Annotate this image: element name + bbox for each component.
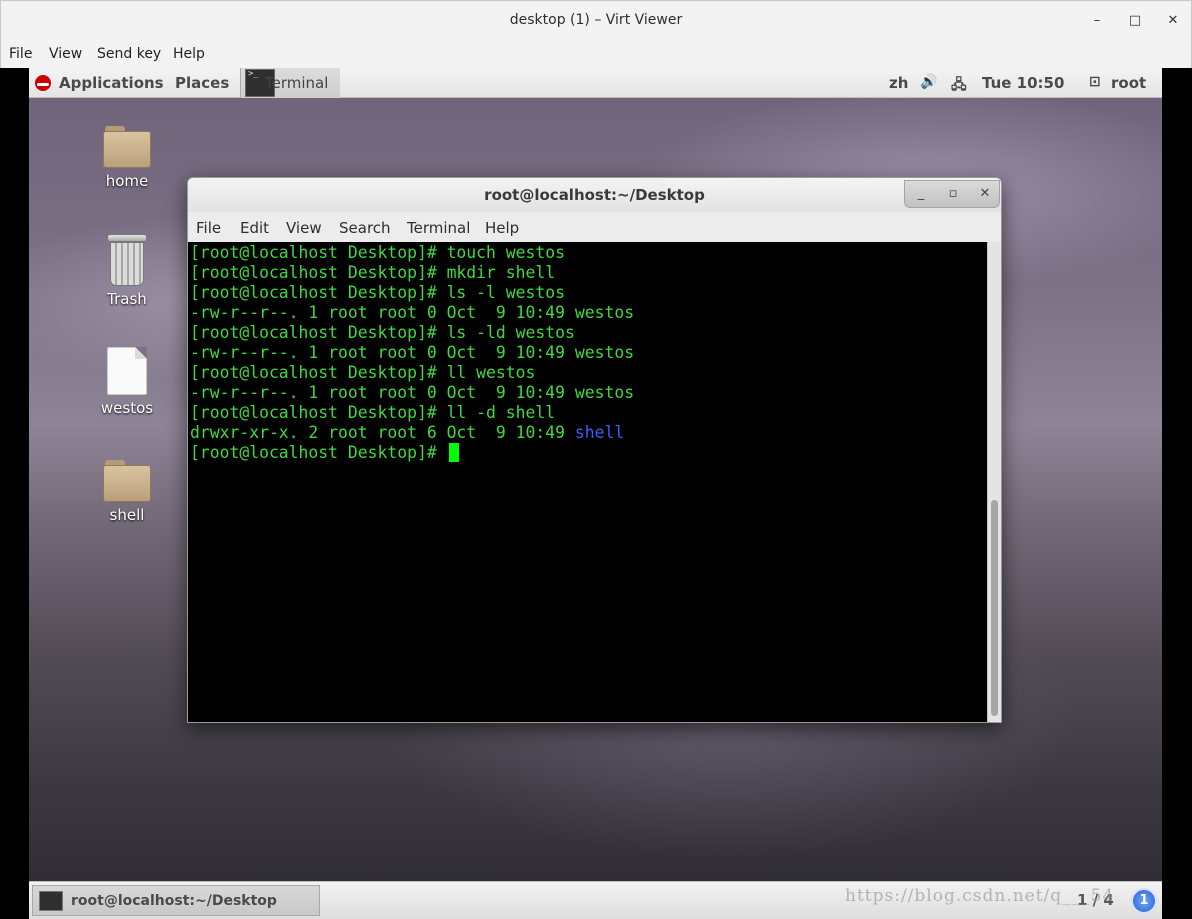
taskbar-terminal-label: root@localhost:~/Desktop <box>71 893 277 909</box>
input-language[interactable]: zh <box>889 74 908 92</box>
viewer-menubar: File View Send key Help <box>0 40 1192 68</box>
close-button[interactable]: ✕ <box>1161 9 1185 33</box>
terminal-scrollbar-thumb[interactable] <box>991 500 998 716</box>
dir-name-shell: shell <box>574 423 625 442</box>
terminal-maximize-button[interactable]: ▫ <box>939 184 967 204</box>
menu-view[interactable]: View <box>49 46 82 62</box>
user-icon: ⊡ <box>1089 74 1101 90</box>
terminal-line: -rw-r--r--. 1 root root 0 Oct 9 10:49 we… <box>190 303 635 322</box>
watermark-text: https://blog.csdn.net/q___54 <box>845 886 1115 906</box>
terminal-line: -rw-r--r--. 1 root root 0 Oct 9 10:49 we… <box>190 343 635 362</box>
terminal-line: [root@localhost Desktop]# mkdir shell <box>190 263 556 282</box>
terminal-scrollbar[interactable] <box>987 242 1001 722</box>
terminal-line: [root@localhost Desktop]# touch westos <box>190 243 565 262</box>
terminal-line: [root@localhost Desktop]# ll -d shell <box>190 403 556 422</box>
speaker-icon[interactable]: 🔊 <box>920 74 937 90</box>
dir-listing-text: drwxr-xr-x. 2 root root 6 Oct 9 10:49 <box>190 423 575 442</box>
terminal-close-button[interactable]: ✕ <box>971 184 999 204</box>
applications-menu[interactable]: Applications <box>59 74 164 92</box>
terminal-menu-search[interactable]: Search <box>339 219 391 237</box>
minimize-button[interactable]: – <box>1085 9 1109 33</box>
terminal-task-label: Terminal <box>265 74 329 92</box>
viewer-border-left <box>0 68 29 919</box>
notification-badge[interactable]: 1 <box>1131 888 1157 914</box>
redhat-logo-icon <box>35 75 51 91</box>
terminal-menu-terminal[interactable]: Terminal <box>407 219 470 237</box>
terminal-line: [root@localhost Desktop]# ls -ld westos <box>190 323 575 342</box>
terminal-task-button[interactable]: Terminal <box>240 68 340 98</box>
desktop-icon-home[interactable]: home <box>87 126 167 190</box>
user-menu[interactable]: root <box>1111 74 1146 92</box>
desktop-icon-label: home <box>105 172 149 190</box>
terminal-line: [root@localhost Desktop]# ls -l westos <box>190 283 565 302</box>
terminal-line: [root@localhost Desktop]# ll westos <box>190 363 536 382</box>
desktop-icon-westos[interactable]: westos <box>87 347 167 417</box>
places-menu[interactable]: Places <box>175 74 229 92</box>
terminal-line-dir: drwxr-xr-x. 2 root root 6 Oct 9 10:49 sh… <box>190 423 624 443</box>
network-icon[interactable]: 🖧 <box>951 74 967 98</box>
trash-icon <box>105 234 149 286</box>
guest-desktop[interactable]: Applications Places Terminal zh 🔊 🖧 Tue … <box>29 68 1162 919</box>
terminal-icon <box>39 891 63 911</box>
desktop-icon-label: Trash <box>107 290 147 308</box>
desktop-icon-trash[interactable]: Trash <box>87 234 167 308</box>
file-icon <box>107 347 147 395</box>
terminal-titlebar[interactable]: root@localhost:~/Desktop _ ▫ ✕ <box>188 178 1001 212</box>
terminal-menu-edit[interactable]: Edit <box>240 219 269 237</box>
home-folder-icon <box>103 126 151 168</box>
clock[interactable]: Tue 10:50 <box>982 74 1064 92</box>
terminal-prompt-line: [root@localhost Desktop]# <box>190 443 459 463</box>
menu-send-key[interactable]: Send key <box>97 46 161 62</box>
terminal-menu-help[interactable]: Help <box>485 219 519 237</box>
terminal-output[interactable]: [root@localhost Desktop]# touch westos [… <box>188 242 987 722</box>
terminal-prompt: [root@localhost Desktop]# <box>190 443 447 462</box>
terminal-window-controls: _ ▫ ✕ <box>904 180 1000 208</box>
terminal-menu-view[interactable]: View <box>286 219 322 237</box>
terminal-menubar: File Edit View Search Terminal Help <box>188 212 1001 242</box>
menu-help[interactable]: Help <box>173 46 205 62</box>
folder-icon <box>103 460 151 502</box>
window-titlebar: desktop (1) – Virt Viewer – □ ✕ <box>0 0 1192 40</box>
terminal-cursor <box>448 443 459 462</box>
desktop-icon-label: shell <box>109 506 145 524</box>
terminal-title: root@localhost:~/Desktop <box>484 186 705 204</box>
terminal-line: -rw-r--r--. 1 root root 0 Oct 9 10:49 we… <box>190 383 635 402</box>
maximize-button[interactable]: □ <box>1123 9 1147 33</box>
terminal-minimize-button[interactable]: _ <box>907 184 935 204</box>
menu-file[interactable]: File <box>9 46 32 62</box>
desktop-icon-shell[interactable]: shell <box>87 460 167 524</box>
viewer-border-right <box>1162 68 1192 919</box>
taskbar-terminal-button[interactable]: root@localhost:~/Desktop <box>32 885 320 916</box>
terminal-window[interactable]: root@localhost:~/Desktop _ ▫ ✕ File Edit… <box>187 177 1002 723</box>
top-panel: Applications Places Terminal zh 🔊 🖧 Tue … <box>29 68 1162 98</box>
window-title: desktop (1) – Virt Viewer <box>509 12 683 28</box>
terminal-menu-file[interactable]: File <box>196 219 221 237</box>
desktop-icon-label: westos <box>100 399 154 417</box>
